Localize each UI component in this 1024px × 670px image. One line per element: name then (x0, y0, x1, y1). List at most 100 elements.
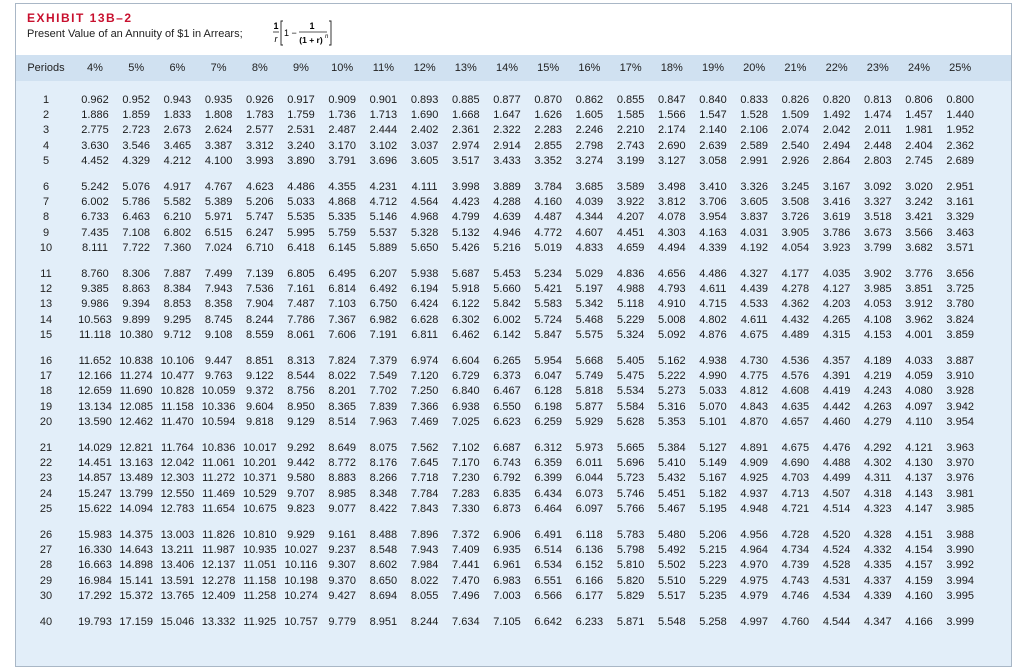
value-cell: 5.746 (616, 487, 645, 500)
value-cell: 4.391 (822, 370, 851, 383)
column-header-rate: 11% (372, 62, 394, 74)
value-cell: 7.283 (452, 487, 480, 500)
value-cell: 1.566 (658, 109, 686, 122)
value-cell: 4.212 (163, 154, 192, 167)
value-cell: 13.134 (78, 400, 112, 413)
value-cell: 5.206 (246, 196, 274, 209)
value-cell: 9.427 (328, 589, 356, 602)
value-cell: 2.864 (822, 154, 851, 167)
table-row: 17 12.166 11.274 10.477 9.763 9.122 8.544 8.022… (16, 370, 1011, 385)
value-cell: 4.357 (822, 355, 851, 367)
value-cell: 4.739 (781, 559, 810, 572)
value-cell: 11.470 (160, 415, 194, 428)
value-cell: 6.550 (493, 400, 521, 413)
value-cell: 3.274 (575, 154, 604, 167)
column-header-rate: 13% (454, 62, 477, 74)
value-cell: 3.887 (946, 355, 974, 367)
value-cell: 9.385 (81, 283, 109, 296)
value-cell: 7.496 (452, 589, 480, 602)
value-cell: 5.810 (616, 559, 645, 572)
period-cell: 29 (39, 574, 53, 587)
value-cell: 12.303 (160, 472, 195, 485)
value-cell: 14.857 (78, 472, 112, 485)
value-cell: 10.027 (284, 544, 318, 557)
value-cell: 8.422 (369, 502, 398, 515)
value-cell: 7.904 (246, 298, 274, 311)
value-cell: 0.885 (452, 94, 480, 106)
period-cell: 40 (39, 616, 53, 628)
value-cell: 3.326 (740, 181, 768, 193)
value-cell: 0.833 (740, 94, 768, 106)
table-row: 7 6.002 5.786 5.582 5.389 5.206 5.033 4.868 4.71… (16, 196, 1011, 211)
value-cell: 2.361 (452, 124, 480, 137)
value-cell: 3.605 (410, 154, 439, 167)
period-cell: 4 (42, 139, 50, 152)
value-cell: 8.384 (163, 283, 192, 296)
table-row: 2 1.886 1.859 1.833 1.808 1.783 1.759 1.736 1.71… (16, 109, 1011, 124)
value-cell: 10.336 (201, 400, 236, 413)
value-cell: 5.070 (699, 400, 727, 413)
value-cell: 5.206 (699, 529, 727, 541)
value-cell: 2.951 (946, 181, 974, 193)
value-cell: 2.042 (822, 124, 851, 137)
value-cell: 7.441 (452, 559, 480, 572)
value-cell: 5.195 (699, 502, 727, 515)
value-cell: 5.092 (658, 328, 686, 341)
value-cell: 7.230 (452, 472, 480, 485)
value-cell: 8.266 (369, 472, 398, 485)
value-cell: 1.528 (740, 109, 768, 122)
value-cell: 3.970 (946, 457, 974, 470)
value-cell: 5.229 (699, 574, 727, 587)
period-cell: 22 (39, 457, 53, 470)
value-cell: 5.223 (699, 559, 727, 572)
value-cell: 4.243 (864, 385, 892, 398)
value-cell: 1.585 (616, 109, 645, 122)
value-cell: 0.870 (534, 94, 562, 106)
value-cell: 4.153 (864, 328, 892, 341)
value-cell: 6.750 (369, 298, 398, 311)
value-cell: 5.502 (658, 559, 686, 572)
table-row: 18 12.659 11.690 10.828 10.059 9.372 8.756 8.20… (16, 385, 1011, 400)
table-row: 28 16.663 14.898 13.406 12.137 11.051 10.116 9.… (16, 559, 1011, 574)
value-cell: 1.886 (81, 109, 109, 122)
value-cell: 5.929 (575, 415, 604, 428)
value-cell: 2.577 (246, 124, 274, 137)
value-cell: 2.745 (905, 154, 933, 167)
value-cell: 8.602 (369, 559, 398, 572)
value-cell: 1.474 (864, 109, 892, 122)
value-cell: 11.118 (78, 328, 111, 341)
value-cell: 2.803 (864, 154, 892, 167)
value-cell: 6.265 (493, 355, 521, 367)
value-cell: 3.673 (864, 226, 892, 239)
value-cell: 3.799 (864, 241, 892, 254)
exhibit-subtitle: Present Value of an Annuity of $1 in Arr… (27, 28, 243, 40)
value-cell: 5.938 (410, 268, 439, 280)
value-cell: 4.263 (864, 400, 892, 413)
value-cell: 5.665 (616, 442, 645, 454)
value-cell: 2.798 (575, 139, 604, 152)
value-cell: 3.410 (699, 181, 727, 193)
value-cell: 11.158 (160, 400, 194, 413)
table-row: 21 14.029 12.821 11.764 10.836 10.017 9.292 8.6… (16, 442, 1011, 457)
value-cell: 15.141 (119, 574, 154, 587)
value-cell: 12.137 (201, 559, 236, 572)
value-cell: 4.147 (905, 502, 933, 515)
value-cell: 12.821 (119, 442, 154, 454)
period-cell: 2 (42, 109, 50, 122)
value-cell: 10.594 (201, 415, 236, 428)
value-cell: 4.100 (204, 154, 233, 167)
value-cell: 10.380 (119, 328, 154, 341)
column-header-rate: 21% (784, 62, 807, 74)
value-cell: 7.824 (328, 355, 356, 367)
value-cell: 5.132 (452, 226, 480, 239)
value-cell: 8.244 (410, 616, 439, 628)
value-cell: 3.706 (699, 196, 727, 209)
value-cell: 0.917 (287, 94, 315, 106)
value-cell: 5.229 (616, 313, 645, 326)
value-cell: 3.682 (905, 241, 933, 254)
value-cell: 6.399 (534, 472, 562, 485)
value-cell: 3.824 (946, 313, 974, 326)
value-cell: 4.097 (905, 400, 933, 413)
table-row: 6 5.242 5.076 4.917 4.767 4.623 4.486 4.355 4.23… (16, 181, 1011, 196)
value-cell: 4.909 (740, 457, 768, 470)
